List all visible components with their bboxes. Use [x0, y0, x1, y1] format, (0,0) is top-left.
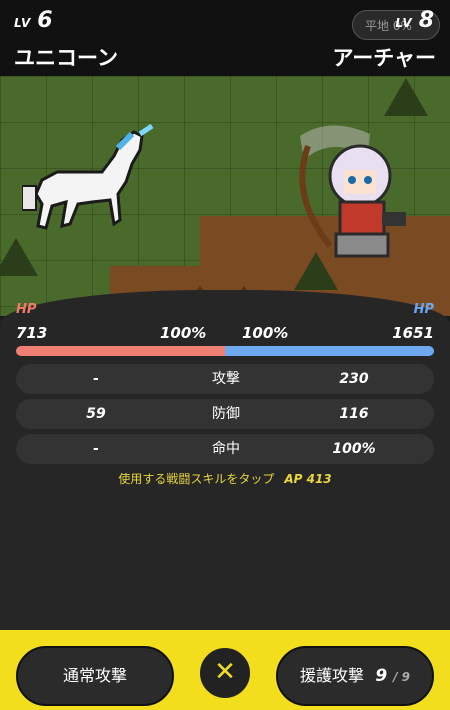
stat-row-accuracy: - 命中 100% [16, 434, 434, 464]
tree-icon [384, 78, 428, 116]
left-unit-name: ユニコーン [14, 46, 118, 70]
ap-value: AP 413 [284, 472, 332, 486]
normal-attack-button[interactable]: 通常攻撃 [16, 646, 174, 706]
right-unit-name: アーチャー [332, 46, 436, 70]
accuracy-label: 命中 [212, 441, 240, 457]
right-hp-label: HP [413, 302, 434, 317]
left-level: LV 6 [14, 8, 53, 33]
stat-row-attack: - 攻撃 230 [16, 364, 434, 394]
support-attack-label: 援護攻撃 [300, 666, 365, 685]
support-attack-count: 9 / 9 [375, 666, 410, 686]
support-attack-button[interactable]: 援護攻撃 9 / 9 [276, 646, 434, 706]
left-hp-fill [16, 346, 225, 356]
left-hp-value: 713 [16, 324, 48, 342]
right-level: LV 8 [395, 8, 434, 33]
unicorn-sprite [22, 123, 154, 230]
left-defense-value: 59 [86, 406, 106, 422]
right-hp-fill [225, 346, 434, 356]
left-accuracy-value: - [93, 441, 99, 457]
right-accuracy-value: 100% [332, 441, 376, 457]
left-hp-percent: 100% [160, 324, 207, 342]
attack-label: 攻撃 [212, 371, 240, 387]
right-hp-percent: 100% [242, 324, 289, 342]
left-hp-label: HP [16, 302, 37, 317]
close-icon[interactable]: ✕ [197, 645, 253, 701]
left-attack-value: - [93, 371, 99, 387]
archer-sprite [299, 125, 406, 258]
skill-hint-text: 使用する戦闘スキルをタップ [118, 472, 275, 486]
battle-field [0, 76, 450, 316]
defense-label: 防御 [212, 406, 240, 422]
right-hp-value: 1651 [392, 324, 434, 342]
hp-bar [16, 346, 434, 356]
right-defense-value: 116 [339, 406, 369, 422]
skill-hint: 使用する戦闘スキルをタップ AP 413 [0, 470, 450, 487]
right-attack-value: 230 [339, 371, 369, 387]
stat-row-defense: 59 防御 116 [16, 399, 434, 429]
top-bar: LV 6 ユニコーン 平地 0% LV 8 アーチャー [0, 0, 450, 76]
normal-attack-label: 通常攻撃 [62, 666, 127, 685]
